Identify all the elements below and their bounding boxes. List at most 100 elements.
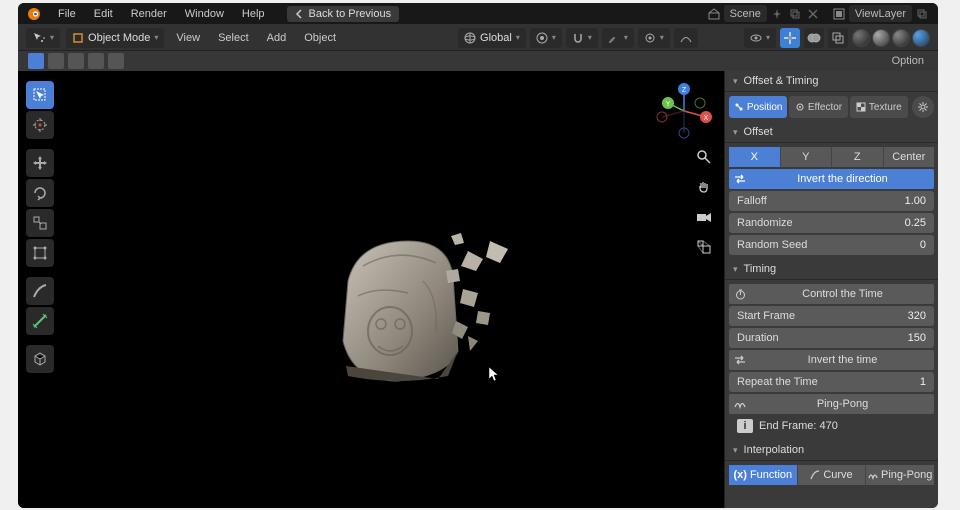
effector-icon bbox=[795, 102, 805, 112]
viewlayer-field[interactable]: ViewLayer bbox=[849, 5, 912, 22]
function-icon: (x) bbox=[734, 465, 747, 485]
svg-text:X: X bbox=[704, 115, 709, 122]
close-scene-icon[interactable] bbox=[805, 6, 821, 22]
select-mode-bar: Option bbox=[18, 51, 938, 71]
mesh-object bbox=[318, 201, 538, 421]
rotate-tool[interactable] bbox=[26, 179, 54, 207]
pivot-dropdown[interactable]: ▾ bbox=[530, 28, 562, 48]
axis-y[interactable]: Y bbox=[781, 147, 833, 167]
transform-tool[interactable] bbox=[26, 239, 54, 267]
menu-bar: File Edit Render Window Help Back to Pre… bbox=[18, 3, 938, 25]
visibility-dropdown[interactable]: ▾ bbox=[744, 28, 776, 48]
scale-tool[interactable] bbox=[26, 209, 54, 237]
chevron-down-icon: ▾ bbox=[733, 76, 738, 87]
proportional-falloff-dropdown[interactable] bbox=[674, 28, 698, 48]
add-menu[interactable]: Add bbox=[261, 30, 293, 46]
gizmo-toggle[interactable] bbox=[780, 28, 800, 48]
annotate-tool[interactable] bbox=[26, 277, 54, 305]
mode-dropdown[interactable]: Object Mode ▾ bbox=[66, 28, 164, 48]
snap-dropdown[interactable]: ▾ bbox=[566, 28, 598, 48]
mouse-cursor-icon bbox=[488, 366, 500, 382]
axis-segments: X Y Z Center bbox=[729, 147, 934, 167]
viewport-controls bbox=[694, 147, 714, 257]
offset-section-header[interactable]: ▾ Offset bbox=[725, 122, 938, 143]
select-mode-5[interactable] bbox=[108, 53, 124, 69]
object-menu[interactable]: Object bbox=[298, 30, 342, 46]
interp-pingpong[interactable]: Ping-Pong bbox=[866, 465, 934, 485]
select-box-tool[interactable] bbox=[26, 81, 54, 109]
overlay-toggle[interactable] bbox=[804, 28, 824, 48]
svg-text:Z: Z bbox=[682, 87, 687, 94]
material-shading[interactable] bbox=[892, 29, 910, 47]
select-mode-2[interactable] bbox=[48, 53, 64, 69]
viewport-3d[interactable]: Z X Y bbox=[18, 71, 724, 508]
camera-view-icon[interactable] bbox=[694, 207, 714, 227]
select-mode-4[interactable] bbox=[88, 53, 104, 69]
globe-icon bbox=[464, 32, 476, 44]
select-mode-3[interactable] bbox=[68, 53, 84, 69]
proportional-dropdown[interactable]: ▾ bbox=[638, 28, 670, 48]
gizmo-icon bbox=[783, 31, 797, 45]
interp-tabs: (x) Function Curve Ping-Pong bbox=[729, 465, 934, 485]
zoom-icon[interactable] bbox=[694, 147, 714, 167]
interpolation-section-header[interactable]: ▾ Interpolation bbox=[725, 440, 938, 461]
info-icon: i bbox=[737, 419, 753, 433]
panel-settings-button[interactable] bbox=[912, 96, 934, 118]
offset-timing-header[interactable]: ▾ Offset & Timing bbox=[725, 71, 938, 92]
random-seed-field[interactable]: Random Seed 0 bbox=[729, 235, 934, 255]
wireframe-shading[interactable] bbox=[852, 29, 870, 47]
orientation-dropdown[interactable]: Global ▾ bbox=[458, 28, 526, 48]
texture-icon bbox=[856, 102, 866, 112]
xray-toggle[interactable] bbox=[828, 28, 848, 48]
select-mode-1[interactable] bbox=[28, 53, 44, 69]
pin-icon[interactable] bbox=[769, 6, 785, 22]
control-time-button[interactable]: Control the Time bbox=[729, 284, 934, 304]
menu-render[interactable]: Render bbox=[123, 6, 175, 22]
duration-field[interactable]: Duration 150 bbox=[729, 328, 934, 348]
add-cube-tool[interactable] bbox=[26, 345, 54, 373]
chevron-down-icon: ▾ bbox=[733, 127, 738, 138]
falloff-field[interactable]: Falloff 1.00 bbox=[729, 191, 934, 211]
header-toolbar: ▾ Object Mode ▾ View Select Add Object G… bbox=[18, 25, 938, 51]
menu-edit[interactable]: Edit bbox=[86, 6, 121, 22]
copy-scene-icon[interactable] bbox=[787, 6, 803, 22]
invert-time-button[interactable]: Invert the time bbox=[729, 350, 934, 370]
cursor-tool[interactable] bbox=[26, 111, 54, 139]
editor-type-dropdown[interactable]: ▾ bbox=[26, 28, 60, 48]
snap-target-dropdown[interactable]: ▾ bbox=[602, 28, 634, 48]
pingpong-icon bbox=[729, 399, 751, 409]
repeat-time-field[interactable]: Repeat the Time 1 bbox=[729, 372, 934, 392]
axis-center[interactable]: Center bbox=[884, 147, 935, 167]
scene-field[interactable]: Scene bbox=[724, 5, 767, 22]
pingpong-button[interactable]: Ping-Pong bbox=[729, 394, 934, 414]
rendered-shading[interactable] bbox=[912, 29, 930, 47]
measure-tool[interactable] bbox=[26, 307, 54, 335]
pan-icon[interactable] bbox=[694, 177, 714, 197]
tab-position[interactable]: Position bbox=[729, 96, 787, 118]
solid-shading[interactable] bbox=[872, 29, 890, 47]
randomize-field[interactable]: Randomize 0.25 bbox=[729, 213, 934, 233]
tab-texture[interactable]: Texture bbox=[850, 96, 908, 118]
menu-help[interactable]: Help bbox=[234, 6, 273, 22]
chevron-down-icon: ▾ bbox=[733, 445, 738, 456]
main-area: Z X Y bbox=[18, 71, 938, 508]
perspective-toggle-icon[interactable] bbox=[694, 237, 714, 257]
start-frame-field[interactable]: Start Frame 320 bbox=[729, 306, 934, 326]
navigation-gizmo[interactable]: Z X Y bbox=[654, 81, 714, 141]
view-menu[interactable]: View bbox=[170, 30, 206, 46]
menu-window[interactable]: Window bbox=[177, 6, 232, 22]
interp-function[interactable]: (x) Function bbox=[729, 465, 798, 485]
select-menu[interactable]: Select bbox=[212, 30, 255, 46]
tab-effector[interactable]: Effector bbox=[789, 96, 847, 118]
interp-curve[interactable]: Curve bbox=[798, 465, 867, 485]
timing-section-header[interactable]: ▾ Timing bbox=[725, 259, 938, 280]
axis-z[interactable]: Z bbox=[832, 147, 884, 167]
swap-arrows-icon bbox=[729, 174, 751, 184]
axis-x[interactable]: X bbox=[729, 147, 781, 167]
invert-direction-button[interactable]: Invert the direction bbox=[729, 169, 934, 189]
move-tool[interactable] bbox=[26, 149, 54, 177]
menu-file[interactable]: File bbox=[50, 6, 84, 22]
options-label[interactable]: Option bbox=[888, 54, 928, 68]
copy-viewlayer-icon[interactable] bbox=[914, 6, 930, 22]
back-to-previous-button[interactable]: Back to Previous bbox=[287, 6, 400, 22]
